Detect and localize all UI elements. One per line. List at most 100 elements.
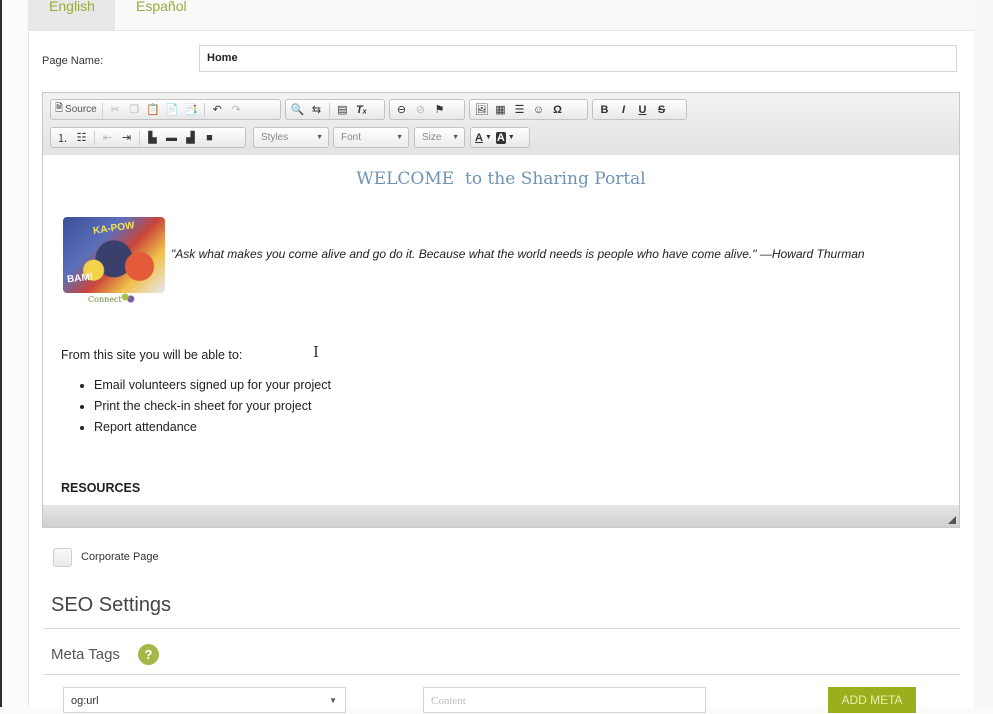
list-item: Print the check-in sheet for your projec… [94, 396, 331, 417]
numbered-list-icon[interactable]: ⒈ [53, 128, 72, 147]
paste-word-icon[interactable]: 📑 [182, 100, 201, 119]
welcome-heading: WELCOME to the Sharing Portal [356, 169, 646, 189]
copy-icon[interactable]: ❐ [125, 100, 144, 119]
feature-list: Email volunteers signed up for your proj… [78, 375, 331, 438]
remove-format-icon[interactable]: Tₓ [352, 100, 371, 119]
align-right-icon[interactable]: ▟ [181, 128, 200, 147]
align-center-icon[interactable]: ▬ [162, 128, 181, 147]
align-left-icon[interactable]: ▙ [143, 128, 162, 147]
window-edge [0, 0, 2, 707]
help-icon[interactable]: ? [138, 644, 159, 665]
tab-espanol-label: Español [136, 0, 187, 14]
add-meta-button[interactable]: ADD META [828, 687, 916, 713]
chevron-down-icon: ▼ [396, 134, 403, 141]
text-color-icon: A [475, 131, 483, 144]
meta-tag-select-value: og:url [71, 695, 99, 707]
styles-dropdown[interactable]: Styles ▼ [253, 127, 329, 148]
tab-english-label: English [49, 0, 95, 14]
toolbar-group-basic-styles: B I U S [592, 99, 687, 120]
meta-content-input[interactable]: Content [423, 687, 706, 713]
indent-icon[interactable]: ⇥ [117, 128, 136, 147]
toolbar-group-editing: 🔍 ⇆ ▤ Tₓ [285, 99, 385, 120]
find-icon[interactable]: 🔍 [288, 100, 307, 119]
chevron-down-icon: ▼ [452, 134, 459, 141]
quote-text: "Ask what makes you come alive and go do… [171, 247, 865, 261]
toolbar-group-document: 🗎 Source ✂ ❐ 📋 📄 📑 ↶ ↷ [50, 99, 281, 120]
link-icon[interactable]: ⊖ [392, 100, 411, 119]
background-color-button[interactable]: A ▼ [494, 128, 517, 147]
styles-dropdown-label: Styles [261, 132, 289, 143]
anchor-flag-icon[interactable]: ⚑ [430, 100, 449, 119]
table-icon[interactable]: ▦ [491, 100, 510, 119]
size-dropdown-label: Size [422, 132, 442, 143]
intro-text: From this site you will be able to: [61, 348, 243, 362]
rich-text-editor: 🗎 Source ✂ ❐ 📋 📄 📑 ↶ ↷ 🔍 ⇆ ▤ Tₓ ⊖ ⊘ ⚑ 🖼 … [42, 92, 960, 528]
image-icon[interactable]: 🖼 [472, 100, 491, 119]
toolbar-group-paragraph: ⒈ ☷ ⇤ ⇥ ▙ ▬ ▟ ■ [50, 127, 246, 148]
text-cursor-icon: I [313, 343, 319, 361]
source-icon: 🗎 [55, 103, 64, 114]
strikethrough-button[interactable]: S [652, 100, 671, 119]
list-item: Email volunteers signed up for your proj… [94, 375, 331, 396]
editor-statusbar [43, 505, 959, 527]
toolbar-separator [94, 130, 95, 145]
page-name-label: Page Name: [42, 55, 104, 67]
toolbar-separator [101, 102, 103, 117]
event-photo: KA-POW BAM! [63, 217, 165, 293]
meta-tag-select[interactable]: og:url ▼ [63, 687, 346, 713]
bold-button[interactable]: B [595, 100, 614, 119]
divider [43, 628, 960, 629]
photo-caption-2: BAM! [66, 271, 94, 286]
outdent-icon[interactable]: ⇤ [98, 128, 117, 147]
source-button[interactable]: 🗎 Source [53, 100, 99, 119]
replace-icon[interactable]: ⇆ [307, 100, 326, 119]
italic-button[interactable]: I [614, 100, 633, 119]
toolbar-group-insert: 🖼 ▦ ☰ ☺ Ω [469, 99, 588, 120]
editor-content-area[interactable]: WELCOME to the Sharing Portal KA-POW BAM… [43, 155, 959, 505]
chevron-down-icon: ▼ [329, 696, 337, 705]
paste-icon[interactable]: 📋 [144, 100, 163, 119]
corporate-page-checkbox[interactable] [53, 548, 72, 567]
toolbar-separator [329, 102, 330, 117]
resize-handle-icon[interactable] [948, 516, 956, 524]
background-color-icon: A [495, 131, 506, 144]
page-margin [973, 0, 993, 707]
toolbar-group-colors: A ▼ A ▼ [470, 127, 530, 148]
tab-espanol[interactable]: Español [136, 0, 216, 30]
cut-icon[interactable]: ✂ [106, 100, 125, 119]
redo-icon[interactable]: ↷ [227, 100, 246, 119]
underline-button[interactable]: U [633, 100, 652, 119]
page-name-input[interactable]: Home [199, 45, 957, 72]
photo-caption: KA-POW [92, 220, 136, 237]
paste-text-icon[interactable]: 📄 [163, 100, 182, 119]
font-dropdown[interactable]: Font ▼ [333, 127, 409, 148]
chevron-down-icon: ▼ [484, 134, 492, 141]
smiley-icon[interactable]: ☺ [529, 100, 548, 119]
toolbar-separator [203, 102, 205, 117]
page-editor-panel: English Español Page Name: Home 🗎 Source… [28, 0, 974, 713]
font-dropdown-label: Font [341, 132, 362, 143]
source-label: Source [65, 104, 97, 115]
seo-settings-heading: SEO Settings [51, 594, 172, 616]
toolbar-group-links: ⊖ ⊘ ⚑ [389, 99, 465, 120]
divider [43, 674, 960, 675]
bulleted-list-icon[interactable]: ☷ [72, 128, 91, 147]
horizontal-rule-icon[interactable]: ☰ [510, 100, 529, 119]
list-item: Report attendance [94, 417, 331, 438]
chevron-down-icon: ▼ [316, 134, 323, 141]
size-dropdown[interactable]: Size ▼ [414, 127, 465, 148]
undo-icon[interactable]: ↶ [208, 100, 227, 119]
editor-toolbar: 🗎 Source ✂ ❐ 📋 📄 📑 ↶ ↷ 🔍 ⇆ ▤ Tₓ ⊖ ⊘ ⚑ 🖼 … [43, 93, 959, 156]
logo-mark-icon [121, 293, 135, 303]
corporate-page-label: Corporate Page [81, 551, 159, 563]
special-char-icon[interactable]: Ω [548, 100, 567, 119]
format-painter-icon[interactable]: ▤ [333, 100, 352, 119]
justify-icon[interactable]: ■ [200, 128, 219, 147]
tab-english[interactable]: English [29, 0, 115, 30]
toolbar-separator [139, 130, 140, 145]
language-tabs: English Español [29, 0, 974, 31]
unlink-icon[interactable]: ⊘ [411, 100, 430, 119]
text-color-button[interactable]: A ▼ [473, 128, 494, 147]
connect-logo: Connect [88, 295, 122, 304]
chevron-down-icon: ▼ [507, 134, 515, 141]
